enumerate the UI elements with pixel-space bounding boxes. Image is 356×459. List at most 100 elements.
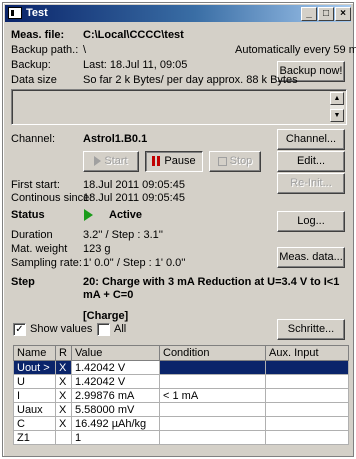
status-value: Active xyxy=(109,209,143,221)
table-row[interactable]: C X 16.492 µAh/kg xyxy=(13,416,349,431)
col-header-condition[interactable]: Condition xyxy=(159,345,266,361)
step-description-line1: 20: Charge with 3 mA Reduction at U=3.4 … xyxy=(83,276,340,288)
cell-condition xyxy=(159,374,266,389)
cell-name: Z1 xyxy=(13,430,56,445)
main-window: Test _ □ × Meas. file: C:\Local\CCCC\tes… xyxy=(2,2,356,457)
step-label: Step xyxy=(11,276,35,288)
values-table[interactable]: Name R Value Condition Aux. Input Uout >… xyxy=(13,345,349,445)
cell-value: 1 xyxy=(71,430,160,445)
edit-button[interactable]: Edit... xyxy=(277,151,345,172)
cell-r: X xyxy=(55,360,72,375)
mat-weight-value: 123 g xyxy=(83,243,111,255)
cell-r: X xyxy=(55,402,72,417)
cell-r: X xyxy=(55,416,72,431)
schritte-button[interactable]: Schritte... xyxy=(277,319,345,340)
show-values-checkbox[interactable]: ✓ xyxy=(13,323,26,336)
cell-condition xyxy=(159,402,266,417)
col-header-aux-input[interactable]: Aux. Input xyxy=(265,345,349,361)
table-row[interactable]: U X 1.42042 V xyxy=(13,374,349,389)
cell-value: 1.42042 V xyxy=(71,360,160,375)
duration-value: 3.2'' / Step : 3.1'' xyxy=(83,229,163,241)
data-size-label: Data size xyxy=(11,74,57,86)
stop-icon xyxy=(217,156,227,166)
duration-label: Duration xyxy=(11,229,53,241)
minimize-button[interactable]: _ xyxy=(301,7,317,21)
start-button[interactable]: Start xyxy=(83,151,139,172)
title-bar[interactable]: Test _ □ × xyxy=(5,5,351,22)
cell-aux xyxy=(265,416,349,431)
backup-path-label: Backup path.: xyxy=(11,44,79,56)
cell-r: X xyxy=(55,374,72,389)
app-icon xyxy=(8,7,22,19)
channel-label: Channel: xyxy=(11,133,56,145)
status-label: Status xyxy=(11,209,45,221)
cell-condition xyxy=(159,416,266,431)
cell-aux xyxy=(265,402,349,417)
scroll-up-icon[interactable]: ▲ xyxy=(330,92,344,105)
cell-condition xyxy=(159,360,266,375)
col-header-value[interactable]: Value xyxy=(71,345,160,361)
table-row[interactable]: Z1 1 xyxy=(13,430,349,445)
col-header-name[interactable]: Name xyxy=(13,345,56,361)
message-box[interactable]: ▲ ▼ xyxy=(11,89,347,125)
cell-aux xyxy=(265,388,349,403)
play-icon xyxy=(84,209,93,224)
backup-path-value: \ xyxy=(83,44,87,56)
meas-file-label: Meas. file: xyxy=(11,29,65,41)
cell-name: Uout > xyxy=(13,360,56,375)
first-start-label: First start: xyxy=(11,179,60,191)
start-label: Start xyxy=(104,155,128,167)
pause-icon-bar xyxy=(157,156,161,167)
maximize-button[interactable]: □ xyxy=(318,7,334,21)
window-title: Test xyxy=(26,7,48,19)
first-start-value: 18.Jul 2011 09:05:45 xyxy=(83,179,185,191)
data-size-value: So far 2 k Bytes/ per day approx. 88 k B… xyxy=(83,74,298,86)
table-header: Name R Value Condition Aux. Input xyxy=(13,345,349,361)
scroll-down-icon[interactable]: ▼ xyxy=(330,109,344,122)
mat-weight-label: Mat. weight xyxy=(11,243,68,255)
sampling-rate-label: Sampling rate: xyxy=(11,257,82,269)
close-button[interactable]: × xyxy=(335,7,351,21)
reinit-button[interactable]: Re-Init... xyxy=(277,173,345,194)
cell-aux xyxy=(265,374,349,389)
show-values-label[interactable]: Show values xyxy=(30,323,92,335)
backup-label: Backup: xyxy=(11,59,51,71)
all-checkbox[interactable] xyxy=(97,323,110,336)
stop-label: Stop xyxy=(229,155,253,167)
cell-name: I xyxy=(13,388,56,403)
log-button[interactable]: Log... xyxy=(277,211,345,232)
meas-data-button[interactable]: Meas. data... xyxy=(277,247,345,268)
cell-condition: < 1 mA xyxy=(159,388,266,403)
table-row[interactable]: Uaux X 5.58000 mV xyxy=(13,402,349,417)
channel-button[interactable]: Channel... xyxy=(277,129,345,150)
channel-value: Astrol1.B0.1 xyxy=(83,133,148,145)
continuous-since-label: Continous since: xyxy=(11,192,93,204)
pause-label: Pause xyxy=(164,155,196,167)
cell-name: U xyxy=(13,374,56,389)
cell-name: C xyxy=(13,416,56,431)
stop-button[interactable]: Stop xyxy=(209,151,261,172)
all-label[interactable]: All xyxy=(114,323,126,335)
sampling-rate-value: 1' 0.0'' / Step : 1' 0.0'' xyxy=(83,257,186,269)
pause-button[interactable]: Pause xyxy=(145,151,203,172)
pause-icon xyxy=(152,156,156,167)
message-scrollbar[interactable]: ▲ ▼ xyxy=(330,92,344,122)
cell-name: Uaux xyxy=(13,402,56,417)
meas-file-value: C:\Local\CCCC\test xyxy=(83,29,184,41)
cell-aux xyxy=(265,360,349,375)
auto-backup-text: Automatically every 59 min xyxy=(235,44,356,56)
cell-value: 16.492 µAh/kg xyxy=(71,416,160,431)
col-header-r[interactable]: R xyxy=(55,345,72,361)
table-row[interactable]: I X 2.99876 mA < 1 mA xyxy=(13,388,349,403)
table-row[interactable]: Uout > X 1.42042 V xyxy=(13,360,349,375)
backup-value: Last: 18.Jul 11, 09:05 xyxy=(83,59,188,71)
cell-condition xyxy=(159,430,266,445)
cell-value: 5.58000 mV xyxy=(71,402,160,417)
play-outline-icon xyxy=(94,156,102,167)
step-description-line2: mA + C=0 xyxy=(83,289,134,301)
cell-value: 1.42042 V xyxy=(71,374,160,389)
continuous-since-value: 18.Jul 2011 09:05:45 xyxy=(83,192,185,204)
cell-r: X xyxy=(55,388,72,403)
step-type: [Charge] xyxy=(83,310,129,322)
cell-r xyxy=(55,430,72,445)
